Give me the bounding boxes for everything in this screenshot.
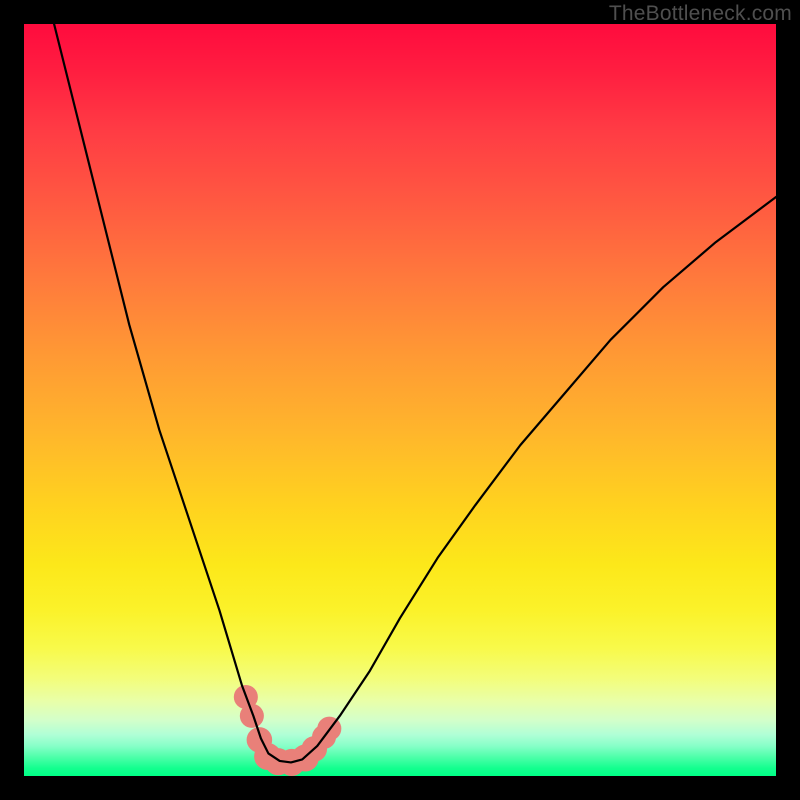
plot-area xyxy=(24,24,776,776)
curve-marker xyxy=(240,704,264,728)
bottleneck-curve xyxy=(24,24,776,776)
chart-frame: TheBottleneck.com xyxy=(0,0,800,800)
watermark-text: TheBottleneck.com xyxy=(609,2,792,26)
